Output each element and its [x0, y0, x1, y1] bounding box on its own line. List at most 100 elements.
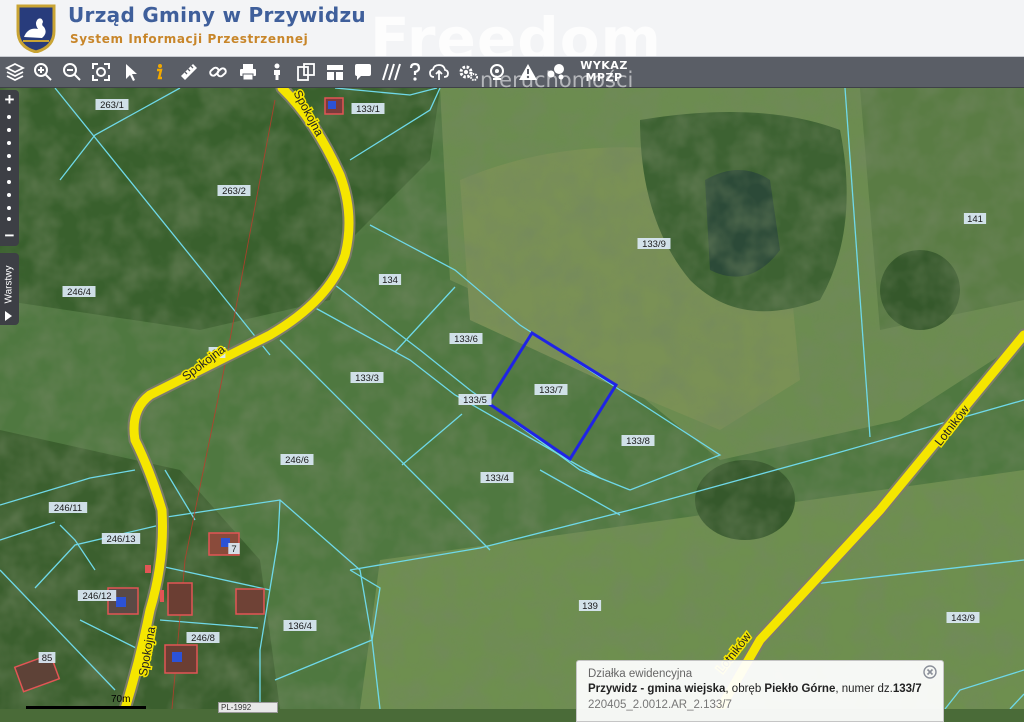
link-button[interactable]: [205, 59, 231, 85]
app-header: Urząd Gminy w Przywidzu System Informacj…: [0, 0, 1024, 57]
zoom-extent-button[interactable]: [88, 59, 114, 85]
parcel-label-text: 133/4: [485, 473, 509, 484]
parcel-label-text: 246/6: [285, 455, 309, 466]
layers-icon: [5, 62, 25, 82]
comment-button[interactable]: [350, 59, 376, 85]
map-toolbar: WYKAZ MPZP: [0, 57, 1024, 88]
layers-panel-toggle[interactable]: Warstwy: [0, 253, 19, 325]
compare-button[interactable]: [293, 59, 319, 85]
search-location-button[interactable]: [484, 59, 510, 85]
parcel-label-text: 139: [582, 601, 598, 612]
hatch-button[interactable]: [378, 59, 404, 85]
parcel-label: 133/1: [351, 103, 385, 115]
parcel-info-popup: Działka ewidencyjna Przywidz - gmina wie…: [576, 660, 944, 722]
parcel-label: 246/12: [77, 590, 117, 602]
scale-label: 70m: [111, 694, 131, 705]
parcel-label: 134: [378, 274, 402, 286]
parcel-label: 246/13: [101, 533, 141, 545]
parcel-label: 133/9: [637, 238, 671, 250]
coordinate-system-select[interactable]: PL-1992: [218, 702, 278, 713]
chat-button[interactable]: [543, 59, 569, 85]
zoom-level[interactable]: [7, 115, 11, 119]
zoom-level[interactable]: [7, 193, 11, 197]
link-icon: [209, 66, 227, 78]
parcel-label-text: 7: [231, 544, 236, 555]
zoom-level[interactable]: [7, 128, 11, 132]
parcel-label: 141: [963, 213, 987, 225]
parcel-label: 133/7: [534, 384, 568, 396]
close-icon[interactable]: [923, 665, 937, 679]
parcel-label: 246/4: [62, 286, 96, 298]
parcel-label: 246/8: [186, 632, 220, 644]
comment-icon: [355, 64, 371, 80]
parcel-label: 139: [578, 600, 602, 612]
zoom-out-control[interactable]: −: [0, 227, 19, 245]
measure-ruler-icon: [181, 64, 197, 80]
parcel-label: 133/4: [480, 472, 514, 484]
layout-button[interactable]: [322, 59, 348, 85]
parcel-label-text: 134: [382, 275, 398, 286]
compare-icon: [297, 63, 315, 81]
zoom-in-icon: [34, 63, 52, 81]
print-button[interactable]: [235, 59, 261, 85]
warning-icon: [519, 64, 537, 80]
search-location-icon: [490, 64, 504, 80]
parcel-id: 220405_2.0012.AR_2.133/7: [588, 699, 732, 711]
settings-button[interactable]: [455, 59, 481, 85]
parcel-label-text: 141: [967, 214, 983, 225]
parcel-number: 133/7: [892, 683, 922, 695]
layers-tab-label: Warstwy: [3, 265, 15, 304]
print-icon: [240, 64, 256, 81]
zoom-level[interactable]: [7, 217, 11, 221]
parcel-label-text: 133/7: [539, 385, 563, 396]
layers-button[interactable]: [2, 59, 28, 85]
settings-icon: [459, 65, 478, 81]
parcel-label-text: 143/9: [951, 613, 975, 624]
parcel-label-text: 133/6: [454, 334, 478, 345]
obreb-prefix: , obręb: [725, 683, 765, 695]
wykaz-mpzp-button[interactable]: WYKAZ MPZP: [576, 60, 632, 84]
parcel-label-text: 263/1: [100, 100, 124, 111]
mpzp-label: MPZP: [585, 71, 623, 84]
parcel-label-text: 85: [42, 653, 53, 664]
chat-icon: [547, 64, 564, 80]
warning-button[interactable]: [515, 59, 541, 85]
info-icon: [157, 64, 163, 80]
zoom-level[interactable]: [7, 167, 11, 171]
zoom-in-button[interactable]: [30, 59, 56, 85]
app-subtitle: System Informacji Przestrzennej: [70, 32, 309, 46]
expand-arrow-icon: [5, 311, 12, 321]
zoom-level[interactable]: [7, 141, 11, 145]
parcel-label: 133/6: [449, 333, 483, 345]
watermark-logo: Freedom: [370, 5, 662, 57]
zoom-out-button[interactable]: [59, 59, 85, 85]
select-pointer-icon: [126, 64, 137, 81]
parcel-label: 7: [228, 543, 240, 555]
map-view[interactable]: 263/1 133/1 263/2 133/9 141 134 246/4 133/6 12 13…: [0, 88, 1024, 709]
parcel-label: 246/6: [280, 454, 314, 466]
cloud-upload-icon: [429, 64, 449, 80]
zoom-level[interactable]: [7, 206, 11, 210]
zoom-level[interactable]: [7, 154, 11, 158]
hatch-icon: [382, 63, 401, 81]
aerial-map: 263/1 133/1263/2133/9141134246/4133/61213…: [0, 88, 1024, 709]
parcel-label: 143/9: [946, 612, 980, 624]
popup-title: Działka ewidencyjna: [588, 668, 693, 680]
info-button[interactable]: [146, 59, 172, 85]
parcel-description: Przywidz - gmina wiejska, obręb Piekło G…: [588, 683, 922, 695]
app-title: Urząd Gminy w Przywidzu: [68, 3, 366, 27]
select-button[interactable]: [118, 59, 144, 85]
measure-button[interactable]: [176, 59, 202, 85]
parcel-label-text: 246/11: [54, 503, 82, 514]
zoom-level[interactable]: [7, 180, 11, 184]
street-view-button[interactable]: [264, 59, 290, 85]
help-button[interactable]: [402, 59, 428, 85]
parcel-label-text: 133/8: [626, 436, 650, 447]
zoom-in-control[interactable]: +: [0, 91, 19, 109]
cloud-button[interactable]: [426, 59, 452, 85]
parcel-label: 263/1: [95, 99, 129, 111]
parcel-label: 133/8: [621, 435, 655, 447]
zoom-slider[interactable]: + −: [0, 90, 19, 246]
zoom-out-icon: [63, 63, 81, 81]
numer-prefix: , numer dz.: [835, 683, 893, 695]
